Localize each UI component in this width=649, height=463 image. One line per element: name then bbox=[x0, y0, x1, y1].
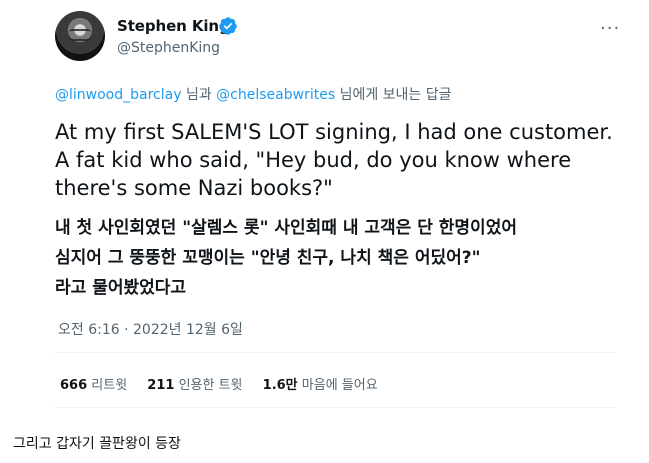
author-handle[interactable]: @StephenKing bbox=[117, 40, 220, 56]
mention-link-1[interactable]: @linwood_barclay bbox=[55, 87, 182, 103]
reply-connector: 님과 bbox=[181, 87, 217, 103]
divider bbox=[55, 407, 615, 408]
tweet-text-line: there's some Nazi books?" bbox=[55, 176, 333, 200]
mention-link-2[interactable]: @chelseabwrites bbox=[216, 87, 335, 103]
tweet-text-line: At my first SALEM'S LOT signing, I had o… bbox=[55, 120, 613, 144]
retweets-stat[interactable]: 666 리트윗 bbox=[60, 378, 127, 393]
divider bbox=[55, 352, 615, 353]
translation-text: 내 첫 사인회였던 "살렘스 롯" 사인회때 내 고객은 단 한명이었어 심지어… bbox=[55, 213, 645, 303]
verified-badge-icon bbox=[219, 17, 237, 35]
tweet-card: Stephen King @StephenKing ··· @linwood_b… bbox=[0, 0, 649, 412]
author-name[interactable]: Stephen King bbox=[117, 17, 230, 35]
tweet-text: At my first SALEM'S LOT signing, I had o… bbox=[55, 118, 645, 202]
caption-text: 그리고 갑자기 끌판왕이 등장 bbox=[13, 436, 181, 452]
reply-context: @linwood_barclay 님과 @chelseabwrites 님에게 … bbox=[55, 84, 452, 104]
likes-stat[interactable]: 1.6만 마음에 들어요 bbox=[263, 378, 378, 393]
reply-suffix: 님에게 보내는 답글 bbox=[335, 87, 452, 103]
more-options-icon[interactable]: ··· bbox=[600, 18, 620, 39]
engagement-stats: 666 리트윗 211 인용한 트윗 1.6만 마음에 들어요 bbox=[60, 374, 394, 393]
avatar[interactable] bbox=[55, 11, 105, 61]
tweet-timestamp[interactable]: 오전 6:16 · 2022년 12월 6일 bbox=[58, 319, 243, 339]
tweet-text-line: A fat kid who said, "Hey bud, do you kno… bbox=[55, 148, 572, 172]
quote-tweets-stat[interactable]: 211 인용한 트윗 bbox=[147, 378, 242, 393]
translation-line: 내 첫 사인회였던 "살렘스 롯" 사인회때 내 고객은 단 한명이었어 bbox=[55, 218, 517, 238]
translation-line: 라고 물어봤었다고 bbox=[55, 278, 187, 298]
translation-line: 심지어 그 뚱뚱한 꼬맹이는 "안녕 친구, 나치 책은 어딨어?" bbox=[55, 248, 481, 268]
